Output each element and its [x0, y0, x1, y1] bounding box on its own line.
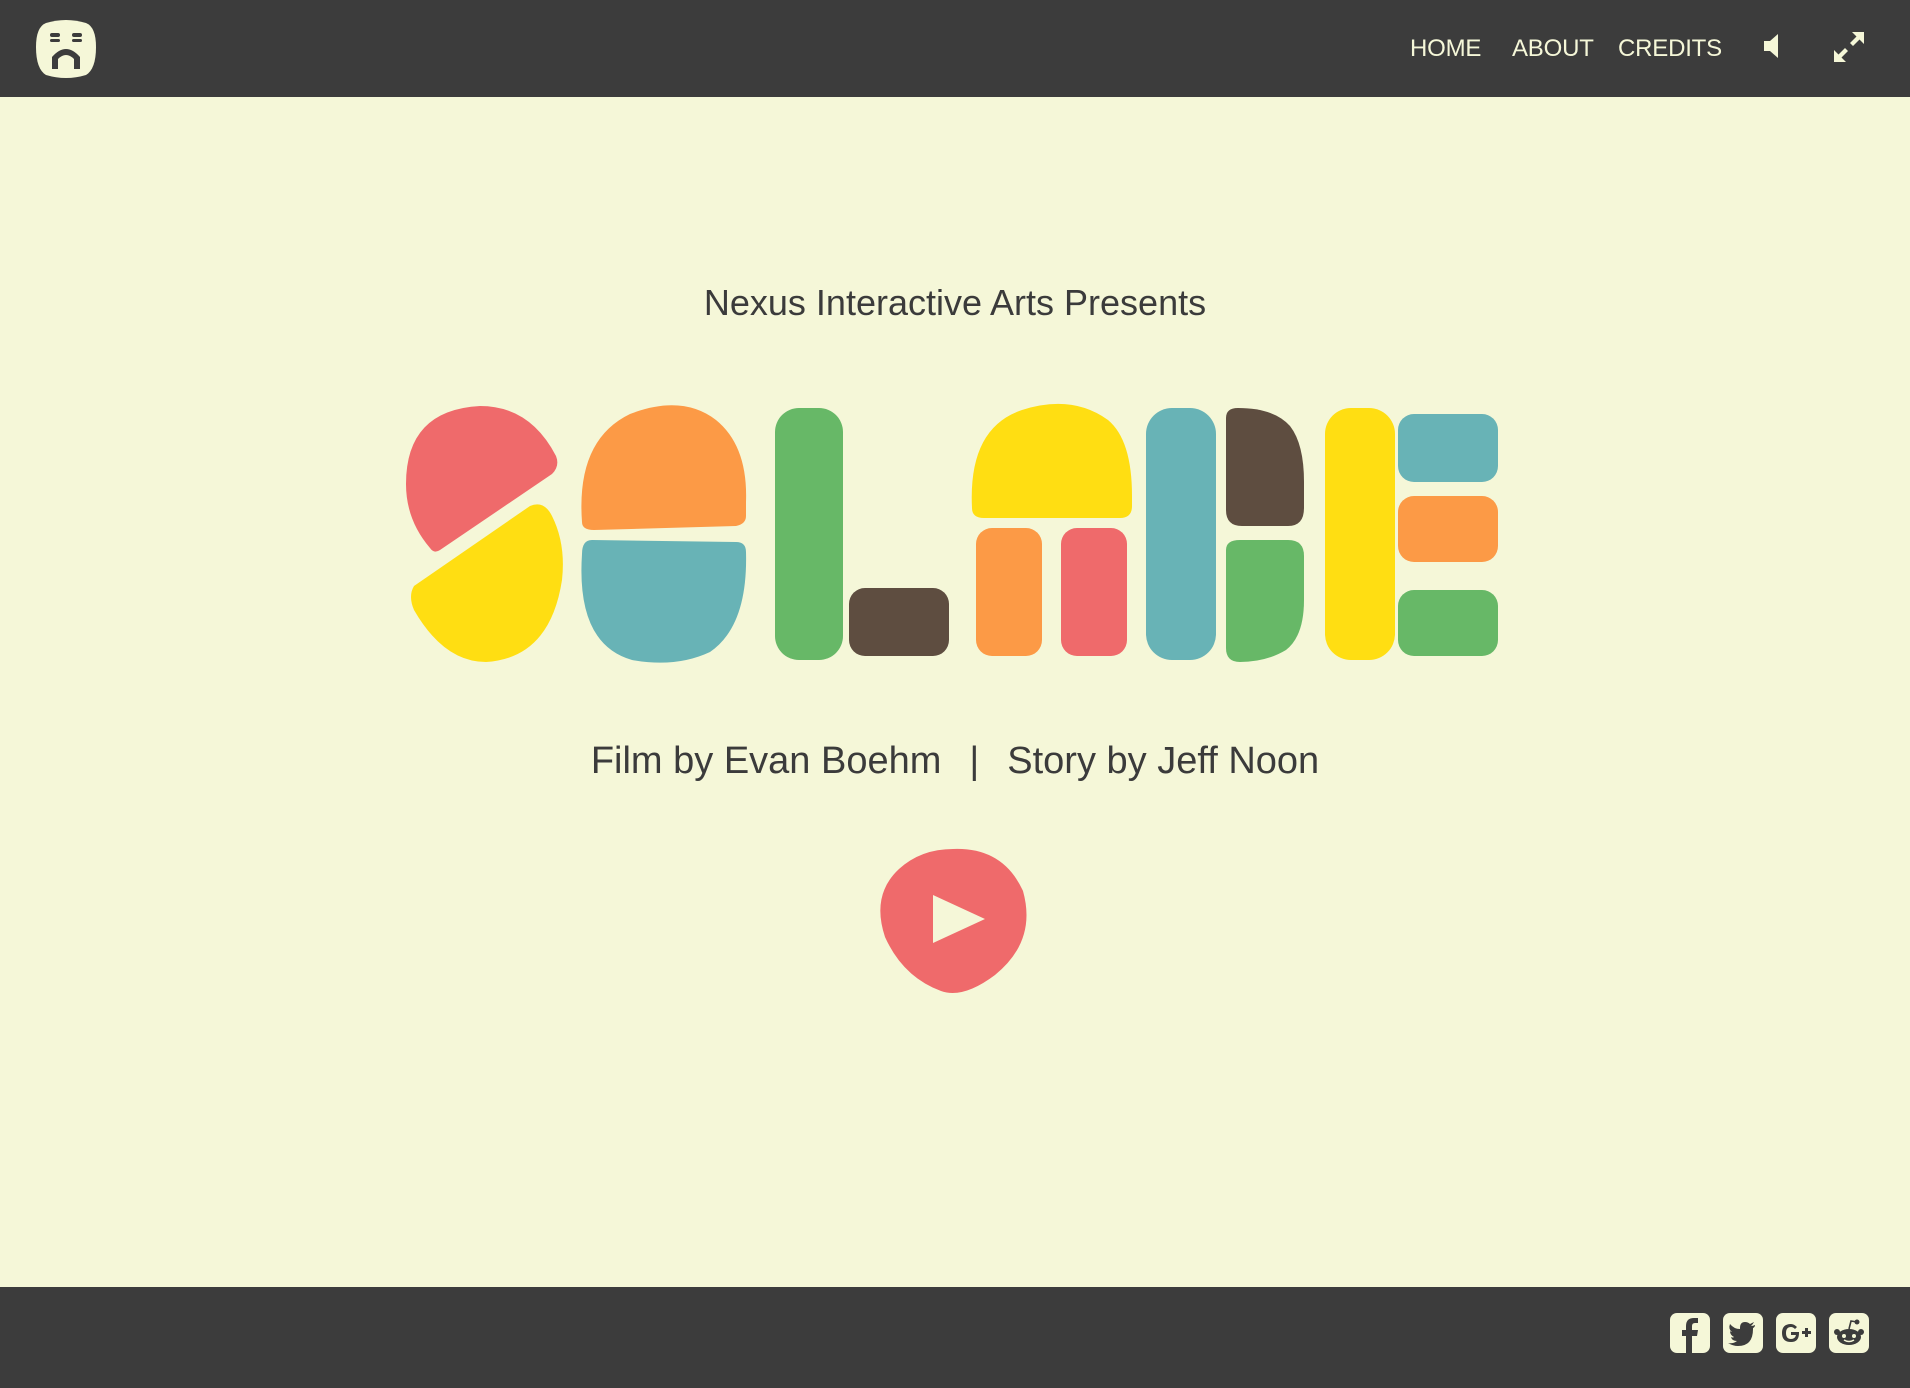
title-shape [976, 528, 1042, 656]
title-shape [581, 540, 747, 663]
nav-about-link[interactable]: ABOUT [1512, 35, 1594, 63]
credit-separator: | [969, 740, 980, 782]
twitter-icon[interactable] [1722, 1312, 1764, 1354]
title-shape [1398, 590, 1498, 656]
story-credit-text: Story by Jeff Noon [1007, 740, 1320, 782]
speaker-icon[interactable] [1762, 30, 1786, 62]
title-shape [1325, 408, 1395, 660]
title-shape [775, 408, 843, 660]
presenter-text: Nexus Interactive Arts Presents [703, 282, 1207, 323]
title-shape [1061, 528, 1127, 656]
google-plus-icon[interactable] [1775, 1312, 1817, 1354]
title-shape [1226, 408, 1304, 526]
reddit-icon[interactable] [1828, 1312, 1870, 1354]
film-credits: Film by Evan Boehm | Story by Jeff Noon [0, 740, 1910, 783]
title-shape [971, 403, 1132, 518]
title-shape [849, 588, 949, 656]
title-shape [1398, 414, 1498, 482]
expand-icon[interactable] [1832, 30, 1866, 64]
nav-home-link[interactable]: HOME [1410, 35, 1481, 63]
facebook-icon[interactable] [1669, 1312, 1711, 1354]
footer-bar [0, 1287, 1910, 1388]
nav-credits-link[interactable]: CREDITS [1618, 35, 1722, 63]
title-shape [1146, 408, 1216, 660]
play-button[interactable] [877, 845, 1029, 995]
top-navigation-bar: HOME ABOUT CREDITS [0, 0, 1910, 97]
title-shape [1226, 540, 1304, 662]
title-shape [581, 405, 747, 530]
robot-face-logo-icon[interactable] [34, 17, 98, 79]
title-logo-art [406, 403, 1498, 663]
title-shape [1398, 496, 1498, 562]
film-credit-text: Film by Evan Boehm [590, 740, 942, 782]
